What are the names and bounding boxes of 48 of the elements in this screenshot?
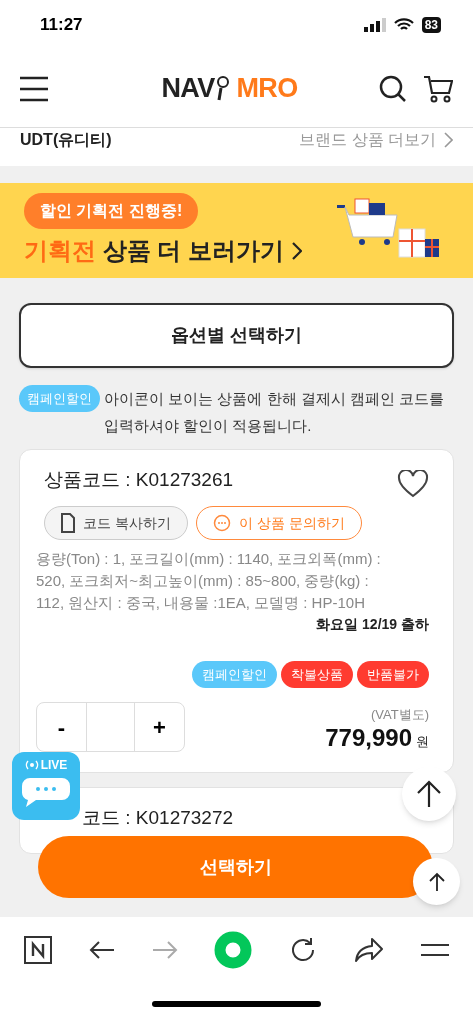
product-tag: 캠페인할인	[192, 661, 277, 688]
product-code: 코드 : K01273272	[81, 806, 234, 830]
copy-code-button[interactable]: 코드 복사하기	[44, 506, 188, 540]
magnifier-i-icon	[214, 75, 229, 102]
logo-text: NAV	[161, 72, 215, 106]
back-arrow-icon[interactable]	[88, 940, 115, 960]
scroll-top-button[interactable]	[413, 858, 460, 905]
plus-button[interactable]: +	[135, 703, 184, 751]
status-time: 11:27	[40, 14, 83, 37]
document-icon	[61, 513, 75, 533]
wifi-icon	[393, 18, 414, 32]
product-tag: 착불상품	[281, 661, 353, 688]
arrow-up-icon	[427, 871, 446, 892]
search-icon[interactable]	[379, 74, 407, 103]
share-icon[interactable]	[354, 937, 385, 963]
live-label: LIVE	[40, 757, 68, 774]
product-price: 779,990	[325, 724, 412, 752]
chevron-right-icon	[292, 241, 302, 260]
chevron-right-icon	[444, 132, 453, 148]
product-specs: 용량(Ton) : 1, 포크길이(mm) : 1140, 포크외폭(mm) : 520, 포크최저~최고높이(mm) : 85~800, 중량(kg) : 112, 원산지 : 중국, 내용물 :1EA, 모델명 : HP-10H	[36, 549, 381, 613]
arrow-up-icon	[416, 780, 442, 808]
brand-name: UDT(유디티)	[20, 130, 112, 150]
battery-level: 83	[421, 17, 441, 33]
vat-note: (VAT별도)	[371, 705, 429, 724]
currency: 원	[416, 733, 429, 751]
logo-text: MRO	[236, 72, 298, 106]
quantity-field[interactable]	[86, 703, 135, 751]
menu-icon[interactable]	[420, 943, 449, 957]
promo-banner[interactable]: 할인 기획전 진행중! 기획전 상품 더 보러가기	[0, 183, 473, 278]
n-square-icon[interactable]	[24, 936, 52, 964]
logo[interactable]: NAV MRO	[161, 68, 298, 109]
broadcast-icon	[24, 760, 39, 770]
cart-icon[interactable]	[423, 73, 453, 104]
option-select-button[interactable]: 옵션별 선택하기	[19, 303, 454, 368]
quantity-stepper[interactable]: - +	[36, 702, 185, 752]
chat-bubble-icon	[212, 514, 231, 532]
speech-bubble-icon	[22, 778, 70, 808]
signal-icon	[363, 18, 386, 32]
minus-button[interactable]: -	[37, 703, 86, 751]
menu-icon[interactable]	[20, 75, 48, 102]
campaign-tag: 캠페인할인	[19, 385, 100, 412]
product-code: 상품코드 : K01273261	[44, 468, 234, 492]
shipping-date: 화요일 12/19 출하	[316, 615, 429, 634]
promo-title: 기획전 상품 더 보러가기	[24, 235, 284, 266]
product-tag: 반품불가	[357, 661, 429, 688]
promo-badge: 할인 기획전 진행중!	[24, 192, 199, 229]
heart-icon[interactable]	[397, 470, 429, 498]
campaign-notice: 아이콘이 보이는 상품에 한해 결제시 캠페인 코드를 입력하셔야 할인이 적용됩니다.	[104, 389, 445, 436]
